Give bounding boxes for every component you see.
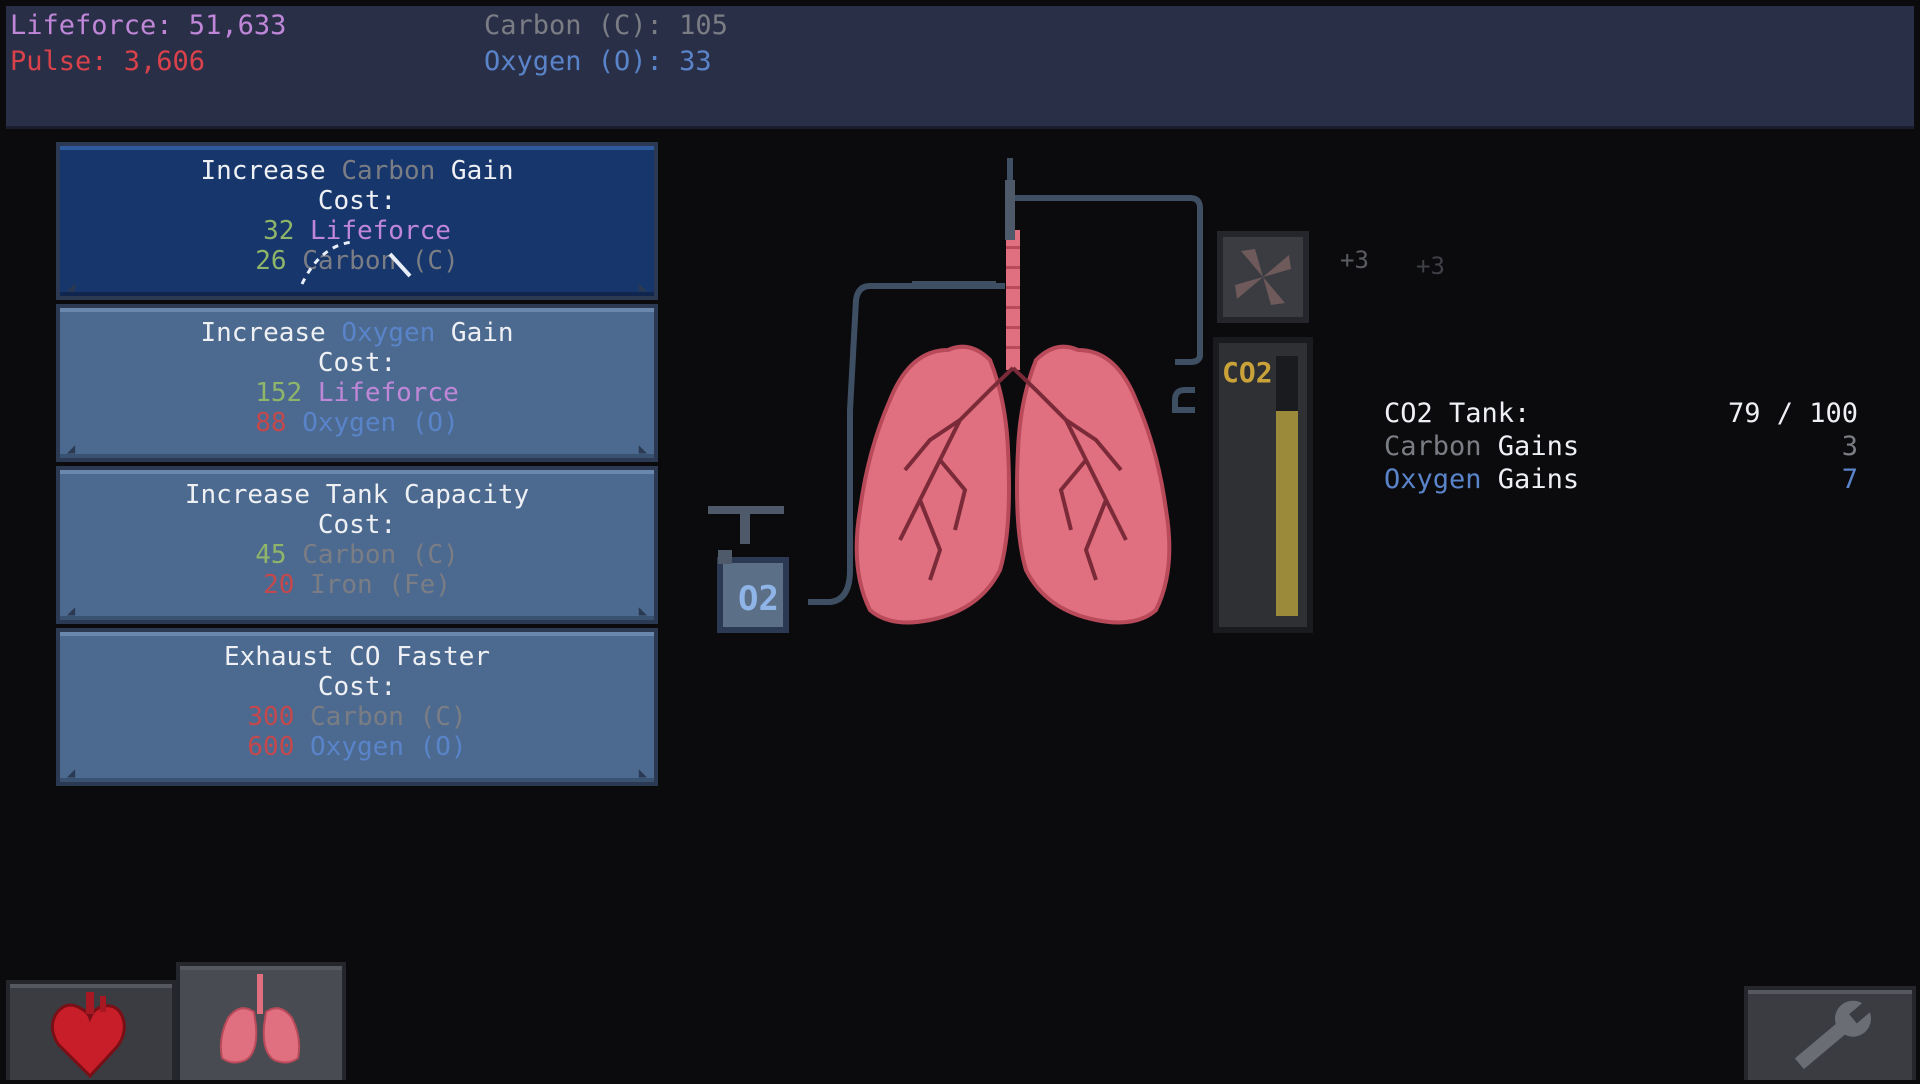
right-lung <box>1015 344 1172 625</box>
upgrade-title: Increase Carbon Gain <box>200 156 514 186</box>
upgrade-title: Increase Tank Capacity <box>184 480 530 510</box>
tank-value: 79 / 100 <box>1727 398 1858 429</box>
card-corner: ◣ <box>638 441 648 457</box>
cost-line: 45 Carbon (C) <box>255 540 459 570</box>
tab-heart[interactable] <box>6 980 176 1080</box>
tank-stats-panel: CO2 Tank: 79 / 100 Carbon Gains 3 Oxygen… <box>1384 398 1858 497</box>
carbon-gains-value: 3 <box>1841 431 1858 462</box>
resource-bar: Lifeforce: 51,633 Pulse: 3,606 Carbon (C… <box>6 6 1914 129</box>
lifeforce-counter: Lifeforce: 51,633 <box>10 10 287 41</box>
cost-line: 88 Oxygen (O) <box>255 408 459 438</box>
cost-line: 20 Iron (Fe) <box>263 570 451 600</box>
card-corner: ◣ <box>638 603 648 619</box>
tab-tools[interactable] <box>1744 986 1916 1080</box>
cost-label: Cost: <box>317 672 397 702</box>
card-corner: ◢ <box>66 279 76 295</box>
upgrade-tank-capacity-button[interactable]: Increase Tank Capacity Cost: 45 Carbon (… <box>56 466 658 624</box>
tank-label: CO2 Tank: <box>1384 398 1531 429</box>
co2-tank-fill <box>1276 411 1298 616</box>
fan-icon <box>1217 231 1309 323</box>
card-corner: ◢ <box>66 603 76 619</box>
wrench-icon <box>1794 999 1874 1070</box>
upgrade-exhaust-co-button[interactable]: Exhaust CO Faster Cost: 300 Carbon (C) 6… <box>56 628 658 786</box>
cost-line: 152 Lifeforce <box>255 378 459 408</box>
carbon-gain-popup: +3 <box>1416 252 1445 280</box>
upgrade-title: Increase Oxygen Gain <box>200 318 514 348</box>
upgrade-title: Exhaust CO Faster <box>223 642 491 672</box>
carbon-gain-popup: +3 <box>1340 246 1369 274</box>
lungs-icon <box>219 974 301 1064</box>
co2-label: CO2 <box>1222 356 1273 389</box>
left-lung <box>854 344 1011 625</box>
cost-line: 26 Carbon (C) <box>255 246 459 276</box>
oxygen-gains-value: 7 <box>1841 464 1858 495</box>
cost-line: 600 Oxygen (O) <box>247 732 467 762</box>
lung-machine: O2 CO2 <box>708 158 1313 633</box>
upgrade-oxygen-gain-button[interactable]: Increase Oxygen Gain Cost: 152 Lifeforce… <box>56 304 658 462</box>
cost-label: Cost: <box>317 348 397 378</box>
upgrade-carbon-gain-button[interactable]: Increase Carbon Gain Cost: 32 Lifeforce … <box>56 142 658 300</box>
cost-line: 300 Carbon (C) <box>247 702 467 732</box>
o2-label: O2 <box>738 579 779 619</box>
cost-line: 32 Lifeforce <box>263 216 451 246</box>
pulse-counter: Pulse: 3,606 <box>10 46 206 77</box>
heart-icon <box>51 992 126 1079</box>
oxygen-counter: Oxygen (O): 33 <box>484 46 712 77</box>
card-corner: ◣ <box>638 765 648 781</box>
card-corner: ◢ <box>66 441 76 457</box>
tab-lungs[interactable] <box>176 962 346 1080</box>
card-corner: ◣ <box>638 279 648 295</box>
card-corner: ◢ <box>66 765 76 781</box>
carbon-counter: Carbon (C): 105 <box>484 10 728 41</box>
cost-label: Cost: <box>317 510 397 540</box>
carbon-gains-label: Carbon Gains <box>1384 431 1580 462</box>
cost-label: Cost: <box>317 186 397 216</box>
oxygen-gains-label: Oxygen Gains <box>1384 464 1580 495</box>
